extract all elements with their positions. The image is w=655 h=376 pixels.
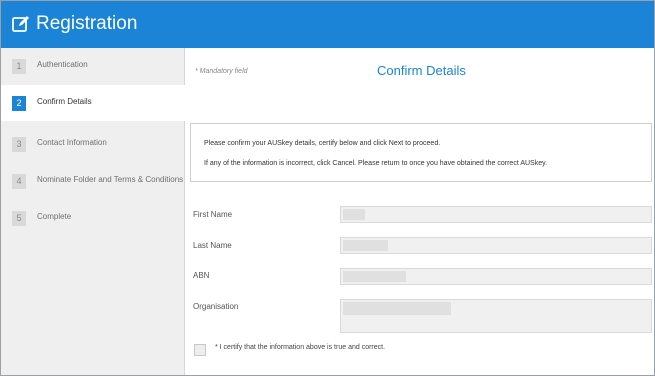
step-number: 1 [12,59,26,74]
step-label: Contact Information [37,138,107,147]
step-label: Confirm Details [37,97,92,106]
last-name-field[interactable] [340,237,652,254]
step-label: Nominate Folder and Terms & Conditions [37,175,184,184]
page-title: Confirm Details [377,63,466,78]
certify-label: * I certify that the information above i… [215,344,386,351]
redacted-value [343,209,365,220]
step-contact-information[interactable]: 3 Contact Information [1,126,184,162]
step-number: 5 [12,211,26,226]
redacted-value [343,302,451,315]
info-line-2: If any of the information is incorrect, … [204,160,548,167]
registration-window: Registration 1 Authentication 2 Confirm … [0,0,655,376]
steps-sidebar: 1 Authentication 2 Confirm Details 3 Con… [1,48,185,375]
header-title: Registration [36,13,138,34]
step-label: Complete [37,212,72,221]
organisation-label: Organisation [193,302,239,311]
info-box: Please confirm your AUSkey details, cert… [190,123,652,182]
header-bar: Registration [1,1,654,48]
certify-checkbox[interactable] [194,344,206,356]
step-complete[interactable]: 5 Complete [1,200,184,236]
step-confirm-details[interactable]: 2 Confirm Details [1,85,185,121]
mandatory-note: * Mandatory field [195,68,248,75]
organisation-field[interactable] [340,299,652,333]
redacted-value [343,271,406,282]
first-name-field[interactable] [340,206,652,223]
step-number: 2 [12,96,26,111]
step-authentication[interactable]: 1 Authentication [1,48,184,84]
step-label: Authentication [37,60,88,69]
abn-field[interactable] [340,268,652,285]
info-line-1: Please confirm your AUSkey details, cert… [204,140,441,147]
step-nominate-folder[interactable]: 4 Nominate Folder and Terms & Conditions [1,163,184,199]
step-number: 3 [12,137,26,152]
first-name-label: First Name [193,210,233,219]
edit-icon [12,15,30,33]
last-name-label: Last Name [193,241,232,250]
redacted-value [343,240,388,251]
abn-label: ABN [193,271,210,280]
main-content: * Mandatory field Confirm Details Please… [185,48,654,375]
step-number: 4 [12,174,26,189]
